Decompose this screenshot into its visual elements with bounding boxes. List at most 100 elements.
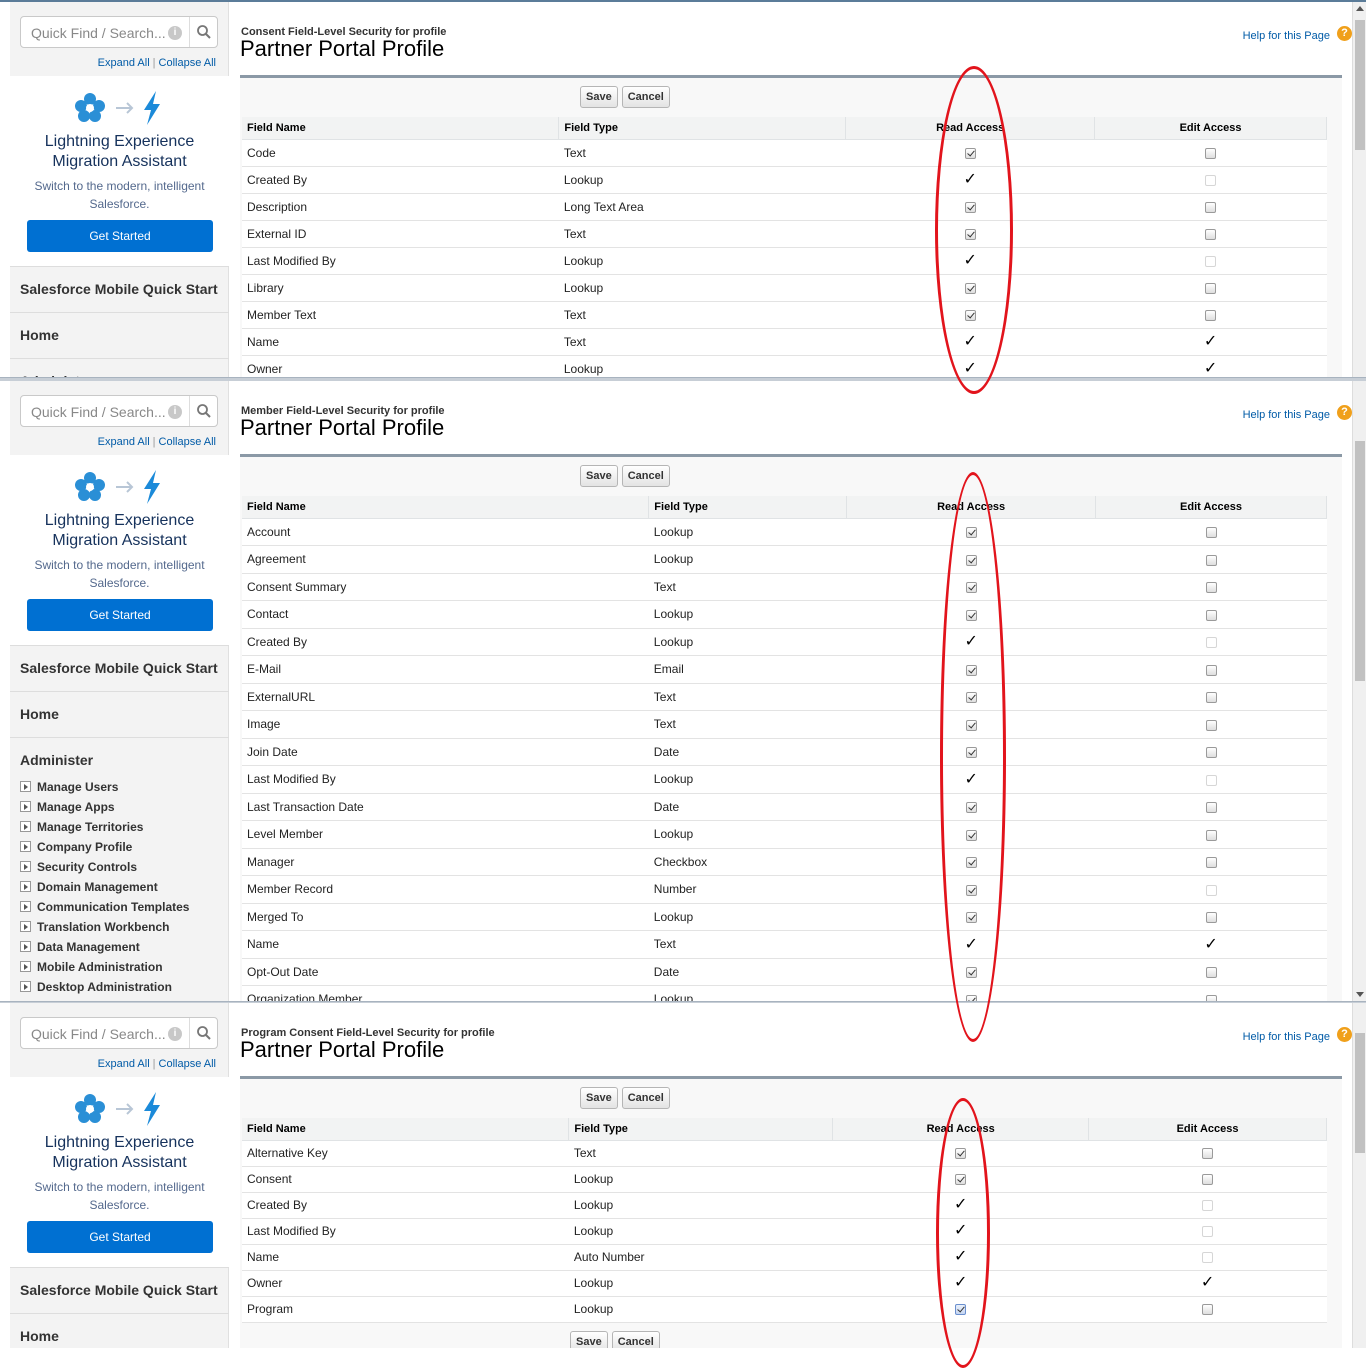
help-link[interactable]: Help for this Page [1243,30,1330,42]
checkbox-checked[interactable] [965,829,977,841]
expand-triangle-icon[interactable] [20,801,31,812]
save-button[interactable]: Save [580,1087,618,1109]
scroll-thumb[interactable] [1355,1033,1365,1153]
checkbox-unchecked[interactable] [1202,1304,1214,1316]
checkbox-unchecked[interactable] [1205,228,1217,240]
scrollbar[interactable] [1352,381,1366,1001]
nav-home[interactable]: Home [10,312,229,356]
checkbox-unchecked[interactable] [1205,282,1217,294]
search-button[interactable] [189,17,217,47]
checkbox-unchecked[interactable] [1205,554,1217,566]
checkbox-unchecked[interactable] [1205,147,1217,159]
expand-triangle-icon[interactable] [20,981,31,992]
admin-menu-item[interactable]: Communication Templates [20,897,189,917]
expand-all-link[interactable]: Expand All [98,436,150,448]
expand-triangle-icon[interactable] [20,841,31,852]
cancel-button-bottom[interactable]: Cancel [611,1331,660,1348]
expand-triangle-icon[interactable] [20,781,31,792]
checkbox-checked[interactable] [964,228,976,240]
help-link[interactable]: Help for this Page [1243,1031,1330,1043]
checkbox-unchecked[interactable] [1205,967,1217,979]
save-button[interactable]: Save [580,86,618,108]
admin-menu-item[interactable]: Data Management [20,937,189,957]
admin-menu-item[interactable]: Mobile Administration [20,957,189,977]
cancel-button[interactable]: Cancel [621,1087,670,1109]
search-input[interactable]: Quick Find / Search... [31,1026,166,1042]
checkbox-unchecked[interactable] [1205,201,1217,213]
cancel-button[interactable]: Cancel [621,465,670,487]
expand-triangle-icon[interactable] [20,901,31,912]
checkbox-checked[interactable] [965,747,977,759]
checkbox-unchecked[interactable] [1205,309,1217,321]
checkbox-unchecked[interactable] [1205,857,1217,869]
cancel-button[interactable]: Cancel [621,86,670,108]
help-icon[interactable]: ? [1337,1027,1352,1042]
admin-menu-item[interactable]: Manage Territories [20,817,189,837]
expand-all-link[interactable]: Expand All [98,57,150,69]
checkbox-unchecked[interactable] [1205,527,1217,539]
expand-triangle-icon[interactable] [20,941,31,952]
checkbox-checked[interactable] [965,582,977,594]
checkbox-checked[interactable] [964,201,976,213]
checkbox-checked[interactable] [965,554,977,566]
quick-find-search[interactable]: Quick Find / Search... i [20,395,218,427]
admin-menu-item[interactable]: Desktop Administration [20,977,189,997]
scroll-thumb[interactable] [1355,20,1365,150]
admin-menu-item[interactable]: Manage Apps [20,797,189,817]
checkbox-checked[interactable] [965,967,977,979]
nav-administer[interactable]: Administer [10,737,229,781]
scroll-thumb[interactable] [1355,441,1365,681]
get-started-button[interactable]: Get Started [27,599,213,631]
checkbox-checked[interactable] [965,884,977,896]
get-started-button[interactable]: Get Started [27,220,213,252]
checkbox-checked[interactable] [965,912,977,924]
quick-find-search[interactable]: Quick Find / Search... i [20,16,218,48]
search-input[interactable]: Quick Find / Search... [31,25,166,41]
nav-mobile-quick-start[interactable]: Salesforce Mobile Quick Start [10,645,229,689]
checkbox-unchecked[interactable] [1202,1174,1214,1186]
admin-menu-item[interactable]: Company Profile [20,837,189,857]
nav-administer[interactable]: Administ [10,358,229,377]
expand-triangle-icon[interactable] [20,861,31,872]
scroll-up-icon[interactable] [1356,6,1364,11]
checkbox-unchecked[interactable] [1205,664,1217,676]
checkbox-unchecked[interactable] [1205,802,1217,814]
checkbox-unchecked[interactable] [1202,1148,1214,1160]
checkbox-checked[interactable] [955,1148,967,1160]
checkbox-unchecked[interactable] [1205,747,1217,759]
nav-home[interactable]: Home [10,1313,229,1348]
checkbox-unchecked[interactable] [1205,912,1217,924]
expand-triangle-icon[interactable] [20,881,31,892]
checkbox-checked[interactable] [965,664,977,676]
scroll-down-icon[interactable] [1356,992,1364,997]
info-icon[interactable]: i [168,405,182,419]
checkbox-checked[interactable] [965,719,977,731]
info-icon[interactable]: i [168,1027,182,1041]
quick-find-search[interactable]: Quick Find / Search... i [20,1017,218,1049]
info-icon[interactable]: i [168,26,182,40]
checkbox-checked[interactable] [965,527,977,539]
save-button[interactable]: Save [580,465,618,487]
checkbox-unchecked[interactable] [1205,609,1217,621]
expand-all-link[interactable]: Expand All [98,1058,150,1070]
expand-triangle-icon[interactable] [20,921,31,932]
checkbox-unchecked[interactable] [1205,582,1217,594]
collapse-all-link[interactable]: Collapse All [159,57,216,69]
help-link[interactable]: Help for this Page [1243,409,1330,421]
collapse-all-link[interactable]: Collapse All [159,436,216,448]
expand-triangle-icon[interactable] [20,961,31,972]
nav-home[interactable]: Home [10,691,229,735]
nav-mobile-quick-start[interactable]: Salesforce Mobile Quick Start [10,266,229,310]
checkbox-checked[interactable] [965,857,977,869]
collapse-all-link[interactable]: Collapse All [159,1058,216,1070]
admin-menu-item[interactable]: Translation Workbench [20,917,189,937]
search-input[interactable]: Quick Find / Search... [31,404,166,420]
admin-menu-item[interactable]: Security Controls [20,857,189,877]
get-started-button[interactable]: Get Started [27,1221,213,1253]
expand-triangle-icon[interactable] [20,821,31,832]
save-button-bottom[interactable]: Save [570,1331,608,1348]
help-icon[interactable]: ? [1337,26,1352,41]
checkbox-checked[interactable] [965,692,977,704]
checkbox-unchecked[interactable] [1205,829,1217,841]
checkbox-checked[interactable] [964,147,976,159]
